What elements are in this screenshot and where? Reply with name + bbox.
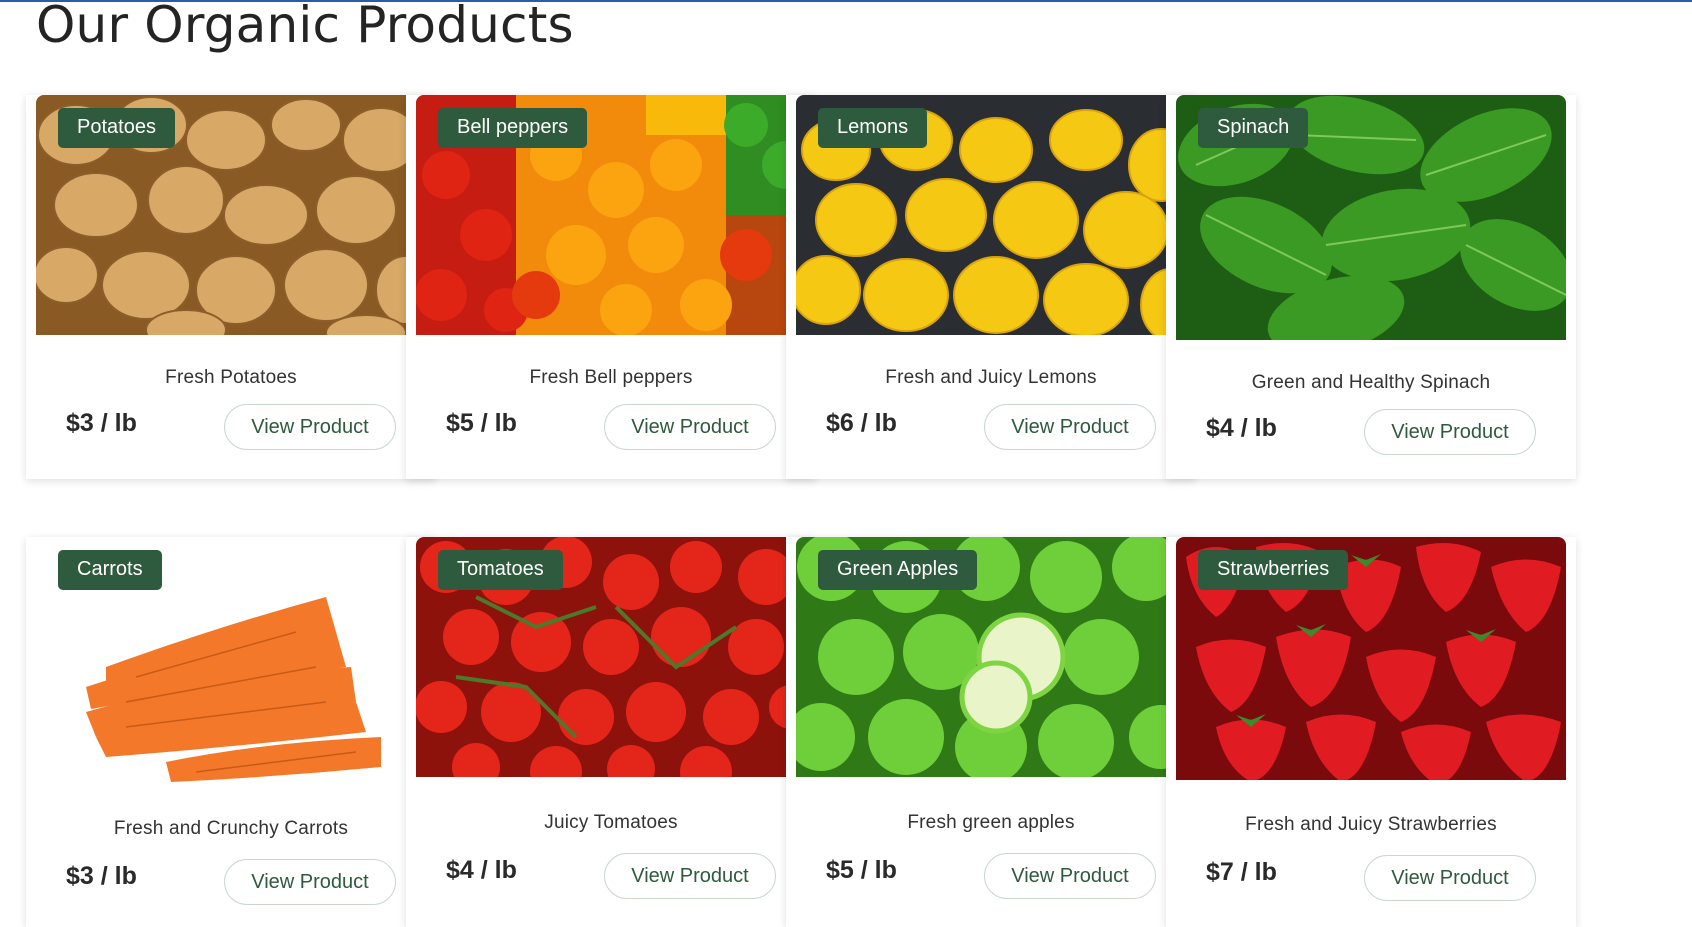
view-product-button[interactable]: View Product (1364, 409, 1536, 455)
carrots-image: Carrots (36, 537, 426, 807)
product-card-potatoes: Potatoes Fresh Potatoes $3 / lb View Pro… (26, 95, 436, 479)
view-product-button[interactable]: View Product (604, 853, 776, 899)
product-description: Fresh and Juicy Lemons (885, 367, 1097, 388)
view-product-button[interactable]: View Product (224, 404, 396, 450)
product-price: $5 / lb (826, 856, 897, 884)
lemons-image: Lemons (796, 95, 1186, 335)
product-card-strawberries: Strawberries Fresh and Juicy Strawberrie… (1166, 537, 1576, 927)
product-tag: Lemons (818, 108, 928, 148)
page-title: Our Organic Products (36, 0, 574, 54)
product-tag: Carrots (58, 550, 162, 590)
product-card-tomatoes: Tomatoes Juicy Tomatoes $4 / lb View Pro… (406, 537, 816, 927)
product-card-spinach: Spinach Green and Healthy Spinach $4 / l… (1166, 95, 1576, 479)
green-apples-image: Green Apples (796, 537, 1186, 777)
view-product-button[interactable]: View Product (604, 404, 776, 450)
strawberries-image: Strawberries (1176, 537, 1566, 780)
product-price: $7 / lb (1206, 858, 1277, 886)
product-card-bell-peppers: Bell peppers Fresh Bell peppers $5 / lb … (406, 95, 816, 479)
spinach-image: Spinach (1176, 95, 1566, 340)
product-tag: Tomatoes (438, 550, 563, 590)
product-description: Fresh Potatoes (165, 367, 297, 388)
product-description: Fresh green apples (907, 812, 1075, 833)
product-tag: Potatoes (58, 108, 175, 148)
product-description: Green and Healthy Spinach (1251, 372, 1491, 393)
view-product-button[interactable]: View Product (1364, 855, 1536, 901)
product-price: $3 / lb (66, 862, 137, 890)
product-description: Fresh Bell peppers (529, 367, 693, 388)
product-price: $4 / lb (446, 856, 517, 884)
potatoes-image: Potatoes (36, 95, 426, 335)
product-tag: Spinach (1198, 108, 1309, 148)
view-product-button[interactable]: View Product (984, 404, 1156, 450)
view-product-button[interactable]: View Product (984, 853, 1156, 899)
product-card-lemons: Lemons Fresh and Juicy Lemons $6 / lb Vi… (786, 95, 1196, 479)
product-price: $6 / lb (826, 409, 897, 437)
product-description: Fresh and Crunchy Carrots (113, 818, 349, 839)
product-description: Juicy Tomatoes (544, 812, 678, 833)
bell-peppers-image: Bell peppers (416, 95, 806, 335)
product-tag: Green Apples (818, 550, 978, 590)
product-price: $5 / lb (446, 409, 517, 437)
product-price: $3 / lb (66, 409, 137, 437)
view-product-button[interactable]: View Product (224, 859, 396, 905)
product-price: $4 / lb (1206, 414, 1277, 442)
product-card-carrots: Carrots Fresh and Crunchy Carrots $3 / l… (26, 537, 436, 927)
product-tag: Strawberries (1198, 550, 1349, 590)
tomatoes-image: Tomatoes (416, 537, 806, 777)
product-tag: Bell peppers (438, 108, 588, 148)
product-description: Fresh and Juicy Strawberries (1245, 814, 1497, 835)
product-card-green-apples: Green Apples Fresh green apples $5 / lb … (786, 537, 1196, 927)
